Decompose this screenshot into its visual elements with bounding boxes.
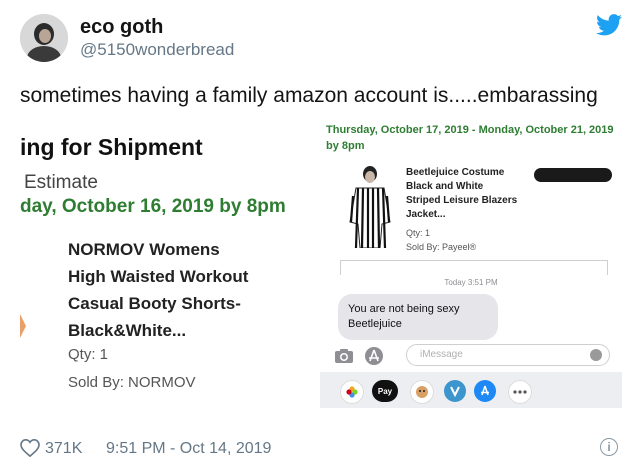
message-bubble: You are not being sexy Beetlejuice: [338, 294, 498, 340]
product-title-line: Casual Booty Shorts-: [68, 294, 241, 313]
tweet-text: sometimes having a family amazon account…: [20, 84, 598, 107]
camera-icon[interactable]: [334, 348, 354, 369]
delivery-date-range: Thursday, October 17, 2019 - Monday, Oct…: [326, 124, 614, 152]
order-screenshot-left: ing for Shipment Estimate day, October 1…: [20, 124, 320, 420]
shipment-heading: ing for Shipment: [20, 134, 203, 160]
product-title-line: Striped Leisure Blazers: [406, 195, 518, 206]
order-screenshot-right: Thursday, October 17, 2019 - Monday, Oct…: [320, 116, 622, 424]
product-title-line: Black and White: [406, 181, 484, 192]
redaction-bar: [534, 168, 612, 182]
app-store-icon[interactable]: [474, 380, 496, 402]
like-count[interactable]: 371K: [45, 440, 82, 458]
imessage-placeholder: iMessage: [420, 349, 463, 360]
product-title: NORMOV Womens High Waisted Workout Casua…: [68, 236, 308, 344]
product-title-line: NORMOV Womens: [68, 240, 220, 259]
tweet-timestamp[interactable]: 9:51 PM - Oct 14, 2019: [106, 440, 271, 458]
twitter-bird-icon[interactable]: [596, 14, 622, 41]
venmo-icon[interactable]: [444, 380, 466, 402]
app-drawer: [320, 372, 622, 408]
delivery-date: day, October 16, 2019 by 8pm: [20, 196, 286, 217]
avatar[interactable]: [20, 14, 68, 62]
apple-pay-label: Pay: [377, 386, 393, 396]
costume-image: [344, 164, 396, 249]
heart-icon[interactable]: [20, 438, 40, 462]
product-title-line: High Waisted Workout: [68, 267, 249, 286]
partial-button: [340, 260, 608, 275]
photos-icon[interactable]: [340, 380, 364, 404]
info-icon[interactable]: i: [600, 438, 618, 456]
product-title-line: Black&White...: [68, 321, 187, 340]
mic-icon[interactable]: [590, 349, 602, 361]
apple-pay-icon[interactable]: Pay: [372, 380, 398, 402]
user-handle[interactable]: @5150wonderbread: [80, 40, 234, 60]
seller: Sold By: Payeel®: [406, 242, 477, 252]
memoji-icon[interactable]: [410, 380, 434, 404]
quantity: Qty: 1: [68, 346, 109, 363]
product-image-edge: [20, 314, 26, 338]
product-title-line: Beetlejuice Costume: [406, 167, 505, 178]
product-title-line: Jacket...: [406, 209, 446, 220]
quantity: Qty: 1: [406, 228, 431, 238]
message-timestamp: Today 3:51 PM: [444, 278, 498, 287]
display-name[interactable]: eco goth: [80, 16, 163, 39]
product-title: Beetlejuice Costume Black and White Stri…: [406, 166, 536, 222]
estimate-label: Estimate: [24, 172, 98, 193]
seller: Sold By: NORMOV: [68, 374, 196, 391]
more-icon[interactable]: [508, 380, 532, 404]
app-store-icon[interactable]: [364, 346, 384, 371]
